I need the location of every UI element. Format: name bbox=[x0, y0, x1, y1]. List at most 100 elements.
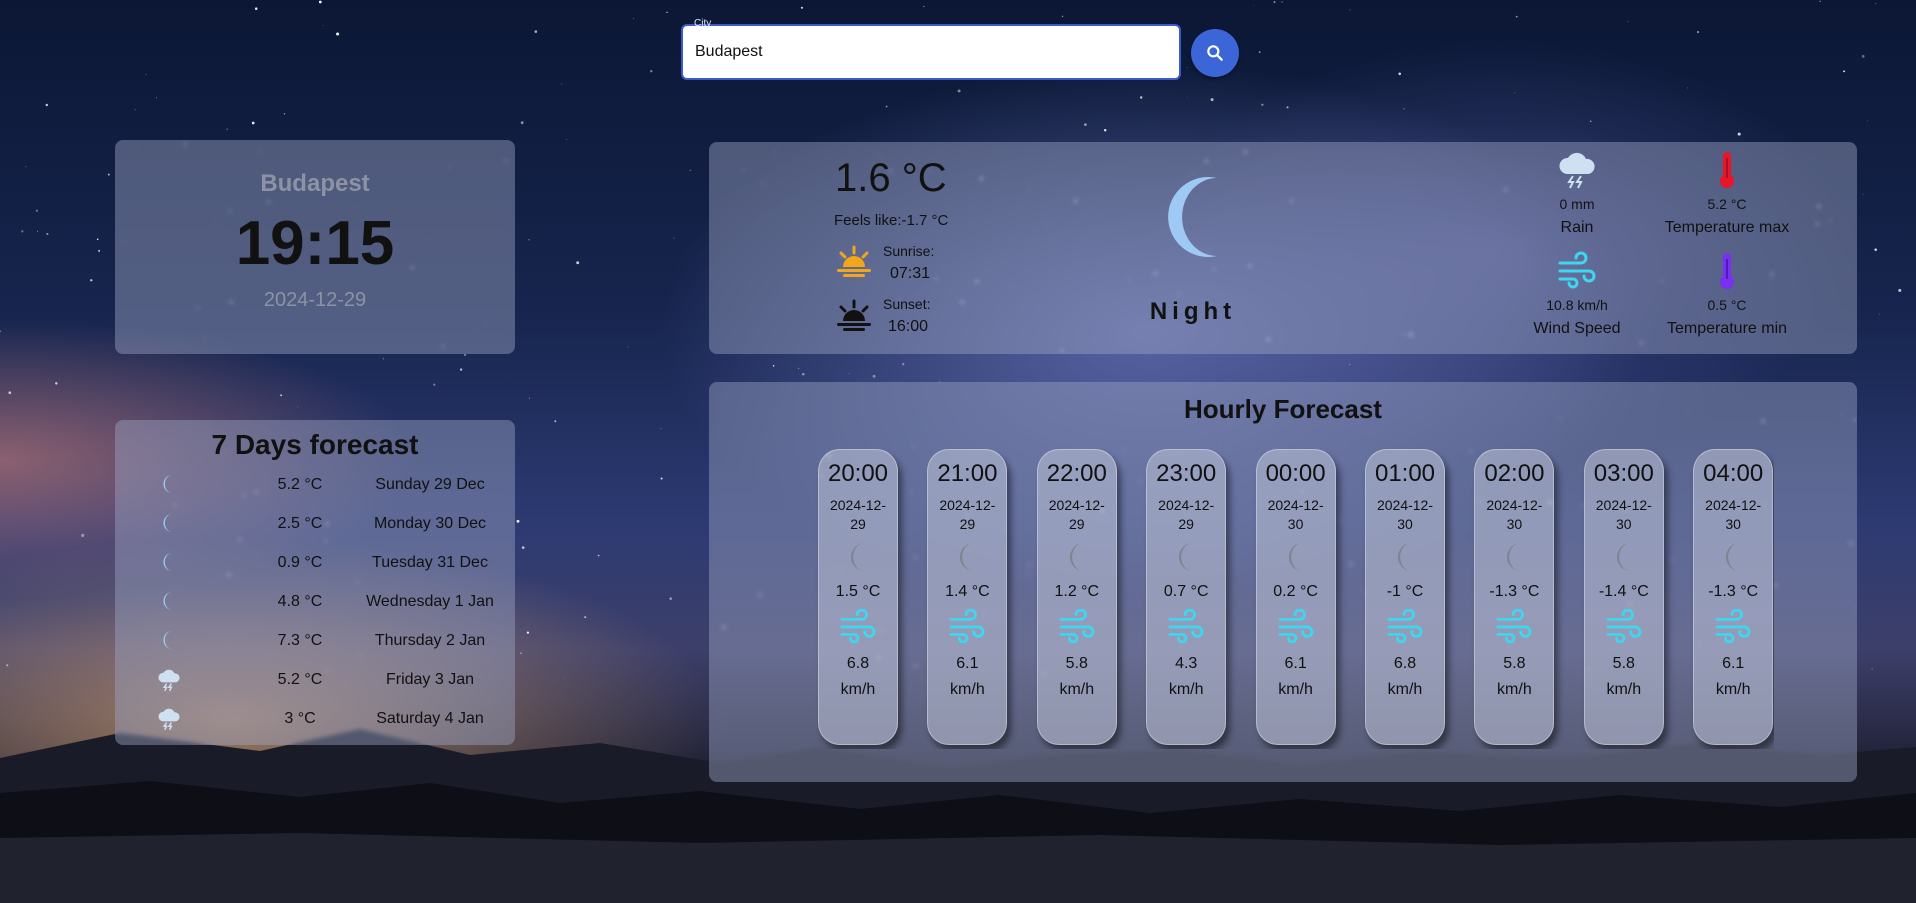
hourly-icon bbox=[1060, 539, 1094, 575]
sunrise-time: 07:31 bbox=[890, 265, 931, 282]
hourly-date: 2024-12-30 bbox=[1486, 497, 1543, 532]
hourly-icon bbox=[841, 539, 875, 575]
moon-icon bbox=[163, 591, 173, 611]
hourly-icon bbox=[1716, 539, 1750, 575]
hourly-temperature: 0.7 °C bbox=[1163, 583, 1209, 600]
hourly-wind-unit: km/h bbox=[1497, 681, 1532, 698]
wind-speed-label: Wind Speed bbox=[1533, 320, 1621, 337]
hourly-wind-speed: 6.8 km/h bbox=[819, 651, 897, 703]
city-search-input[interactable] bbox=[681, 24, 1181, 80]
hourly-temperature: -1.3 °C bbox=[1708, 583, 1759, 600]
hourly-card: 20:00 2024-12-29 1.5 °C 6.8 km/h bbox=[818, 449, 898, 745]
hourly-time: 20:00 bbox=[827, 460, 889, 487]
current-weather-card: 1.6 °C Feels like:-1.7 °C Sunrise: 07:31… bbox=[709, 142, 1857, 354]
hourly-wind-unit: km/h bbox=[840, 681, 876, 698]
hourly-scroller[interactable]: 20:00 2024-12-29 1.5 °C 6.8 km/h 21:00 2024-12… bbox=[812, 447, 1774, 749]
daily-icon bbox=[157, 512, 181, 536]
sunset-label: Sunset: bbox=[883, 296, 931, 312]
hourly-icon bbox=[1497, 539, 1531, 575]
daily-forecast-row: 7.3 °C Thursday 2 Jan bbox=[115, 623, 515, 662]
hourly-wind-speed: 6.1 km/h bbox=[1694, 651, 1772, 703]
hourly-icon bbox=[950, 539, 984, 575]
hourly-wind-value: 6.1 bbox=[956, 655, 979, 672]
daily-date: Sunday 29 Dec bbox=[375, 476, 485, 493]
rain-value: 0 mm bbox=[1559, 196, 1595, 212]
city-name: Budapest bbox=[260, 170, 370, 197]
storm-cloud-icon bbox=[1559, 152, 1595, 189]
hourly-wind-value: 5.8 bbox=[1065, 655, 1088, 672]
daily-icon bbox=[157, 473, 181, 497]
moon-icon bbox=[1179, 542, 1194, 572]
moon-icon bbox=[1726, 542, 1741, 572]
hourly-wind-value: 6.8 bbox=[846, 655, 870, 672]
hourly-card: 22:00 2024-12-29 1.2 °C 5.8 km/h bbox=[1036, 449, 1117, 745]
rain-label: Rain bbox=[1560, 219, 1594, 236]
hourly-time: 01:00 bbox=[1374, 460, 1436, 487]
daily-forecast-row: 3 °C Saturday 4 Jan bbox=[115, 701, 515, 740]
sunset-time: 16:00 bbox=[888, 318, 929, 335]
hourly-time: 23:00 bbox=[1156, 460, 1217, 487]
sunrise-icon bbox=[837, 245, 871, 277]
hourly-time: 02:00 bbox=[1484, 460, 1545, 487]
hourly-wind-speed: 6.1 km/h bbox=[928, 651, 1006, 703]
hourly-date: 2024-12-30 bbox=[1595, 497, 1652, 532]
city-search: City bbox=[681, 18, 1181, 80]
hourly-date: 2024-12-30 bbox=[1267, 497, 1324, 532]
hourly-wind-unit: km/h bbox=[950, 681, 985, 698]
storm-cloud-icon bbox=[158, 708, 180, 731]
wind-icon bbox=[1558, 251, 1596, 289]
daily-date: Thursday 2 Jan bbox=[374, 632, 486, 649]
sunrise-label: Sunrise: bbox=[883, 243, 935, 259]
hourly-temperature: 1.4 °C bbox=[945, 583, 990, 600]
hourly-icon bbox=[1169, 539, 1203, 575]
daily-forecast-row: 2.5 °C Monday 30 Dec bbox=[115, 506, 515, 545]
hourly-card: 04:00 2024-12-30 -1.3 °C 6.1 km/h bbox=[1693, 449, 1774, 745]
search-icon bbox=[1207, 45, 1223, 61]
moon-icon bbox=[1507, 542, 1522, 572]
hourly-wind-unit: km/h bbox=[1715, 681, 1751, 698]
hourly-title: Hourly Forecast bbox=[1184, 394, 1382, 424]
hourly-wind-unit: km/h bbox=[1278, 681, 1313, 698]
wind-speed-stat: 10.8 km/h Wind Speed bbox=[1497, 251, 1657, 338]
hourly-card: 23:00 2024-12-29 0.7 °C 4.3 km/h bbox=[1146, 449, 1227, 745]
hourly-time: 22:00 bbox=[1046, 460, 1107, 487]
wind-icon bbox=[1059, 609, 1095, 643]
hourly-card: 21:00 2024-12-29 1.4 °C 6.1 km/h bbox=[927, 449, 1008, 745]
thermometer-hot-icon bbox=[1720, 152, 1734, 188]
wind-icon bbox=[1606, 609, 1642, 643]
moon-icon bbox=[1616, 542, 1631, 572]
search-button[interactable] bbox=[1191, 29, 1239, 77]
daily-forecast-row: 5.2 °C Sunday 29 Dec bbox=[115, 467, 515, 506]
daily-forecast-row: 0.9 °C Tuesday 31 Dec bbox=[115, 545, 515, 584]
hourly-temperature: 0.2 °C bbox=[1273, 583, 1318, 600]
wind-icon bbox=[949, 609, 985, 643]
hourly-wind-speed: 5.8 km/h bbox=[1038, 651, 1116, 703]
hourly-wind-value: 6.1 bbox=[1722, 655, 1745, 672]
city-clock-card: Budapest 19:15 2024-12-29 bbox=[115, 140, 515, 354]
daily-date: Tuesday 31 Dec bbox=[372, 554, 488, 571]
moon-icon bbox=[163, 513, 173, 533]
seven-day-forecast: 7 Days forecast 5.2 °C Sunday 29 Dec 2.5 °… bbox=[115, 420, 515, 745]
hourly-icon bbox=[1388, 539, 1422, 575]
hourly-card: 02:00 2024-12-30 -1.3 °C 5.8 km/h bbox=[1474, 449, 1555, 745]
wind-icon bbox=[1715, 609, 1751, 643]
hourly-wind-value: 6.1 bbox=[1284, 655, 1307, 672]
hourly-temperature: 1.5 °C bbox=[835, 583, 881, 600]
hourly-wind-unit: km/h bbox=[1606, 681, 1642, 698]
moon-icon bbox=[163, 552, 173, 572]
temperature-max-value: 5.2 °C bbox=[1707, 196, 1747, 212]
daily-icon bbox=[157, 590, 181, 614]
hourly-wind-unit: km/h bbox=[1168, 681, 1204, 698]
condition-label: Night bbox=[1149, 298, 1237, 325]
hourly-temperature: 1.2 °C bbox=[1054, 583, 1100, 600]
hourly-temperature: -1.4 °C bbox=[1598, 583, 1649, 600]
moon-icon bbox=[163, 630, 173, 650]
current-temperature: 1.6 °C bbox=[835, 156, 947, 200]
daily-forecast-row: 5.2 °C Friday 3 Jan bbox=[115, 662, 515, 701]
daily-icon bbox=[157, 707, 181, 731]
temperature-min-label: Temperature min bbox=[1666, 320, 1788, 337]
daily-date: Friday 3 Jan bbox=[385, 671, 475, 688]
hourly-wind-unit: km/h bbox=[1387, 681, 1423, 698]
seven-day-title: 7 Days forecast bbox=[211, 429, 419, 460]
local-time: 19:15 bbox=[235, 209, 395, 278]
